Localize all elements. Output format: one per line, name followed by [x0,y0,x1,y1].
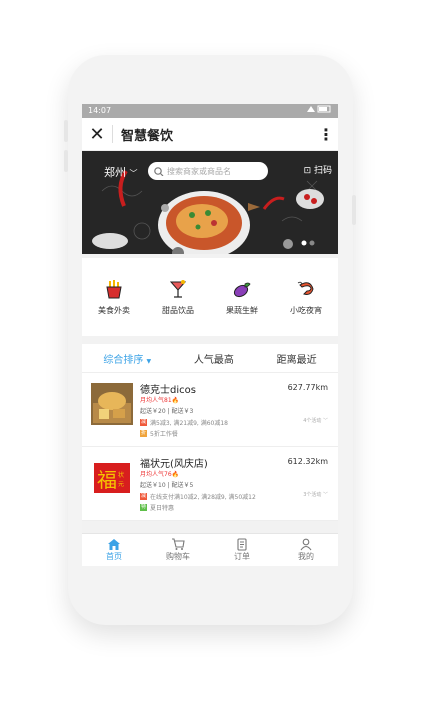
sales-label: 月均人气76 [140,471,172,478]
svg-text:元: 元 [118,481,124,488]
title-bar: ✕ 智慧餐饮 ⋮ [82,118,338,151]
promo-text: 5折工作餐 [150,431,178,438]
monthly-sales: 月均人气81🔥 [140,395,179,404]
shrimp-icon [297,281,314,295]
status-bar: 14:07 [82,104,338,118]
promo-text: 在线支付满10减2, 满28减9, 满50减12 [150,494,256,501]
page-title: 智慧餐饮 [121,128,174,144]
shop-name: 福状元(风庆店) [140,459,208,470]
volume-down-button [64,150,68,172]
bottom-tab-bar: 首页 购物车 订单 我的 [82,533,338,566]
shop-distance: 627.77km [287,383,328,392]
sales-label: 月均人气81 [140,397,172,404]
monthly-sales: 月均人气76🔥 [140,469,179,478]
close-icon[interactable]: ✕ [82,118,112,150]
status-time: 14:07 [88,106,112,115]
activity-count[interactable]: 4个活动 ﹀ [303,417,328,424]
promo-text: 满5减3, 满21减9, 满60减18 [150,420,228,427]
caret-down-icon: ▼ [146,357,152,365]
search-box[interactable]: 搜索商家或商品名 [148,162,268,180]
signal-battery-icon [307,105,331,113]
special-badge: 特 [140,504,147,511]
tab-cart[interactable]: 购物车 [146,534,210,566]
svg-text:状: 状 [118,471,124,479]
chevron-down-icon: ﹀ [322,418,328,424]
shop-distance: 612.32km [287,457,328,466]
promo-text: 夏日特惠 [150,505,175,512]
fries-icon [106,279,122,298]
category-snacks-nightfood[interactable]: 小吃夜宵 [278,279,334,316]
promo-discount: 减 在线支付满10减2, 满28减9, 满50减12 [140,492,256,501]
promo-special: 折 5折工作餐 [140,429,178,438]
search-placeholder: 搜索商家或商品名 [167,166,231,176]
power-button [352,195,356,225]
activity-label: 3个活动 [303,492,322,498]
discount-badge: 减 [140,419,147,426]
search-icon [154,167,164,176]
activity-count[interactable]: 3个活动 ﹀ [303,491,328,498]
cart-icon [172,538,185,550]
city-label: 郑州 [104,166,126,179]
category-row: 美食外卖 甜品饮品 果蔬生鲜 小吃夜宵 [82,258,338,336]
home-icon [108,539,120,550]
app-screen: 14:07 ✕ 智慧餐饮 ⋮ 郑州 ﹀ 搜索商家或商品名 ⊡ 扫码 美食外卖 甜… [82,104,338,566]
sort-popular[interactable]: 人气最高 [194,351,234,366]
chevron-down-icon: ﹀ [322,492,328,498]
shop-thumbnail [91,383,133,425]
fire-icon: 🔥 [171,471,180,478]
sort-label: 综合排序 [103,354,144,366]
scan-icon: ⊡ [303,166,312,176]
shop-list-item[interactable]: 福 状 元 福状元(风庆店) 612.32km 月均人气76🔥 起送￥10 | … [82,447,338,521]
orders-icon [237,538,247,551]
sort-comprehensive[interactable]: 综合排序 ▼ [103,351,151,366]
category-dessert-drinks[interactable]: 甜品饮品 [150,279,206,316]
category-fresh-produce[interactable]: 果蔬生鲜 [214,279,270,316]
logo-text: 福 [97,468,117,492]
category-label: 甜品饮品 [162,305,194,315]
more-menu-icon[interactable]: ⋮ [314,125,338,144]
shop-logo: 福 状 元 [91,457,133,499]
fire-icon: 🔥 [171,397,180,404]
status-icons [306,104,332,118]
sort-bar: 综合排序 ▼ 人气最高 距离最近 [82,344,338,373]
city-selector[interactable]: 郑州 ﹀ [104,164,138,180]
promo-banner[interactable]: 郑州 ﹀ 搜索商家或商品名 ⊡ 扫码 [82,151,338,254]
delivery-info: 起送￥10 | 配送￥5 [140,482,194,489]
promo-special: 特 夏日特惠 [140,503,174,512]
activity-label: 4个活动 [303,418,322,424]
shop-list-item[interactable]: 德克士dicos 627.77km 月均人气81🔥 起送￥20 | 配送￥3 减… [82,373,338,447]
promo-discount: 减 满5减3, 满21减9, 满60减18 [140,418,228,427]
discount-badge: 减 [140,493,147,500]
category-food-delivery[interactable]: 美食外卖 [86,279,142,316]
category-label: 小吃夜宵 [290,305,322,315]
shop-name: 德克士dicos [140,385,196,396]
cocktail-icon [169,279,187,298]
sale-badge: 折 [140,430,147,437]
tab-label: 我的 [298,552,314,561]
tab-home[interactable]: 首页 [82,534,146,566]
sort-nearest[interactable]: 距离最近 [277,351,317,366]
category-label: 美食外卖 [98,305,130,315]
tab-label: 首页 [106,552,122,561]
user-icon [300,538,312,551]
chevron-down-icon: ﹀ [129,169,138,178]
eggplant-icon [233,282,251,297]
tab-mine[interactable]: 我的 [274,534,338,566]
tab-label: 购物车 [166,552,190,561]
scan-label: 扫码 [313,166,332,176]
title-divider [112,125,113,143]
tab-label: 订单 [234,552,250,561]
scan-button[interactable]: ⊡ 扫码 [304,163,332,176]
volume-up-button [64,120,68,142]
category-label: 果蔬生鲜 [226,305,258,315]
delivery-info: 起送￥20 | 配送￥3 [140,408,194,415]
tab-orders[interactable]: 订单 [210,534,274,566]
